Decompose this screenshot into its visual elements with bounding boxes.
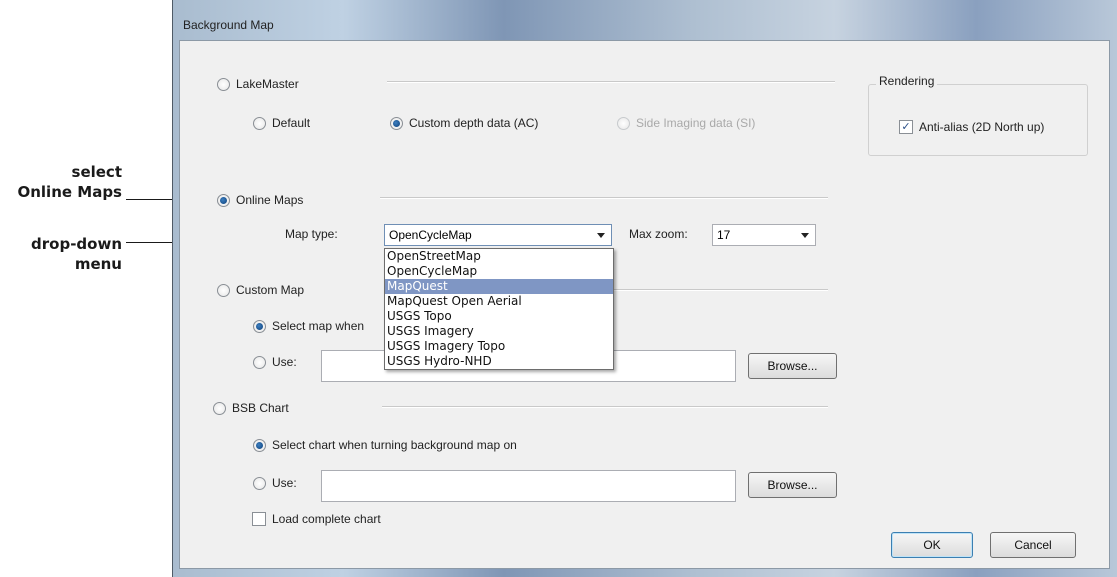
radio-button[interactable] xyxy=(253,116,266,130)
radio-button xyxy=(617,116,630,130)
radio-label: Select map when xyxy=(272,319,365,333)
max-zoom-label: Max zoom: xyxy=(629,227,688,241)
radio-label: Use: xyxy=(272,355,297,369)
radio-button[interactable] xyxy=(213,401,226,415)
callout-text-line: Online Maps xyxy=(17,183,122,201)
radio-lakemaster[interactable]: LakeMaster xyxy=(217,77,299,91)
callout-text-line: drop-down xyxy=(31,235,122,253)
radio-label: Default xyxy=(272,116,311,130)
dropdown-option[interactable]: USGS Imagery Topo xyxy=(385,339,613,354)
callout-select-online-maps: select Online Maps xyxy=(0,162,122,202)
bsb-chart-path-field[interactable] xyxy=(321,470,736,502)
checkbox-checked-icon[interactable]: ✓ xyxy=(899,120,913,134)
dropdown-option[interactable]: USGS Topo xyxy=(385,309,613,324)
max-zoom-value: 17 xyxy=(717,228,731,242)
radio-label: BSB Chart xyxy=(232,401,289,415)
radio-label: Side Imaging data (SI) xyxy=(636,116,756,130)
map-type-label: Map type: xyxy=(285,227,338,241)
checkbox-label: Anti-alias (2D North up) xyxy=(919,120,1045,134)
section-divider xyxy=(382,406,828,408)
radio-label: Select chart when turning background map… xyxy=(272,438,517,452)
bsb-chart-browse-button[interactable]: Browse... xyxy=(748,472,837,498)
radio-button[interactable] xyxy=(217,77,230,91)
map-type-select[interactable]: OpenCycleMap xyxy=(384,224,612,246)
radio-lakemaster-default[interactable]: Default xyxy=(253,116,310,130)
section-divider xyxy=(380,197,828,199)
dropdown-option[interactable]: OpenCycleMap xyxy=(385,264,613,279)
chevron-down-icon[interactable] xyxy=(801,233,809,238)
map-type-value: OpenCycleMap xyxy=(389,228,472,242)
radio-button[interactable] xyxy=(253,319,266,333)
map-type-dropdown-list: OpenStreetMap OpenCycleMap MapQuest MapQues… xyxy=(384,248,614,370)
dropdown-option[interactable]: USGS Hydro-NHD xyxy=(385,354,613,369)
radio-label: LakeMaster xyxy=(236,77,299,91)
radio-custom-map-use[interactable]: Use: xyxy=(253,355,297,369)
cancel-button[interactable]: Cancel xyxy=(990,532,1076,558)
radio-label: Custom Map xyxy=(236,283,305,297)
radio-online-maps[interactable]: Online Maps xyxy=(217,193,303,207)
checkbox-load-complete-chart[interactable]: Load complete chart xyxy=(252,512,381,526)
callout-text-line: menu xyxy=(74,255,122,273)
radio-label: Custom depth data (AC) xyxy=(409,116,539,130)
dropdown-option[interactable]: MapQuest xyxy=(385,279,613,294)
section-divider xyxy=(612,289,828,291)
radio-custom-depth-data[interactable]: Custom depth data (AC) xyxy=(390,116,538,130)
radio-label: Use: xyxy=(272,476,297,490)
radio-side-imaging-data: Side Imaging data (SI) xyxy=(617,116,755,130)
dropdown-option[interactable]: USGS Imagery xyxy=(385,324,613,339)
ok-button[interactable]: OK xyxy=(891,532,973,558)
dropdown-items: OpenStreetMap OpenCycleMap MapQuest MapQues… xyxy=(385,249,613,369)
radio-button[interactable] xyxy=(217,283,230,297)
dropdown-option[interactable]: OpenStreetMap xyxy=(385,249,613,264)
max-zoom-select[interactable]: 17 xyxy=(712,224,816,246)
section-divider xyxy=(387,81,835,83)
callout-text-line: select xyxy=(71,163,122,181)
custom-map-browse-button[interactable]: Browse... xyxy=(748,353,837,379)
radio-button[interactable] xyxy=(253,355,266,369)
radio-bsb-chart[interactable]: BSB Chart xyxy=(213,401,289,415)
radio-custom-map[interactable]: Custom Map xyxy=(217,283,304,297)
checkbox-label: Load complete chart xyxy=(272,512,381,526)
dropdown-option[interactable]: MapQuest Open Aerial xyxy=(385,294,613,309)
title-bar[interactable]: Background Map xyxy=(173,0,1117,40)
chevron-down-icon[interactable] xyxy=(597,233,605,238)
radio-button[interactable] xyxy=(217,193,230,207)
radio-button[interactable] xyxy=(253,438,266,452)
radio-select-map-when[interactable]: Select map when xyxy=(253,319,364,333)
window-title: Background Map xyxy=(183,18,274,32)
radio-button[interactable] xyxy=(253,476,266,490)
radio-label: Online Maps xyxy=(236,193,304,207)
rendering-group-label: Rendering xyxy=(876,74,938,88)
radio-button[interactable] xyxy=(390,116,403,130)
callout-dropdown-menu: drop-down menu xyxy=(0,234,122,274)
checkbox-unchecked-icon[interactable] xyxy=(252,512,266,526)
radio-bsb-chart-use[interactable]: Use: xyxy=(253,476,297,490)
radio-select-chart-when[interactable]: Select chart when turning background map… xyxy=(253,438,517,452)
checkbox-anti-alias[interactable]: ✓ Anti-alias (2D North up) xyxy=(899,120,1044,134)
